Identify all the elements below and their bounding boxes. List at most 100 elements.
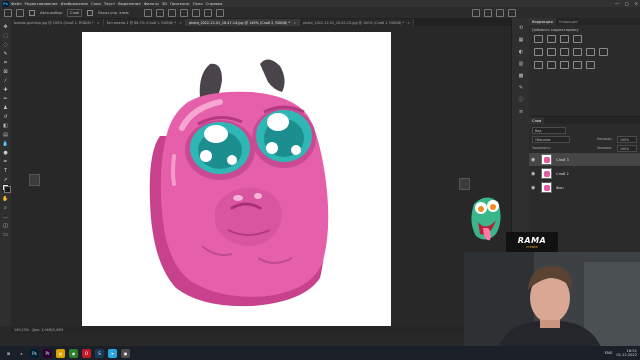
tab-document-4[interactable]: photo_2022-12-01_16-42-25.jpg @ 100% (Сл… [299,19,414,26]
photoshop-logo-icon[interactable]: Ps [2,0,9,7]
menu-select[interactable]: Выделение [118,1,141,6]
menu-file[interactable]: Файл [11,1,22,6]
workspace-icon[interactable] [496,8,504,17]
move-tool-icon[interactable] [16,8,24,17]
steam-taskbar-icon[interactable]: S [95,348,104,358]
menu-filter[interactable]: Фильтр [144,1,159,6]
black-white-icon[interactable] [573,48,582,56]
menu-window[interactable]: Окно [193,1,203,6]
search-icon[interactable] [484,8,492,17]
menu-image[interactable]: Изображение [61,1,88,6]
auto-select-dropdown[interactable]: Слой [67,8,82,17]
menu-3d[interactable]: 3D [162,1,167,6]
color-balance-icon[interactable] [560,48,569,56]
zoom-tool-icon[interactable]: ⌕ [2,205,9,211]
vibrance-icon[interactable] [534,48,543,56]
brushes-icon[interactable]: ✎ [517,84,525,91]
selective-color-icon[interactable] [586,61,595,69]
pen-tool-icon[interactable]: ✒ [2,159,9,165]
blur-tool-icon[interactable]: 💧 [2,141,9,147]
eye-icon[interactable]: ◉ [531,171,537,177]
align-top-icon[interactable] [179,8,188,17]
menu-help[interactable]: Справка [206,1,223,6]
dodge-tool-icon[interactable]: ● [2,150,9,156]
eraser-tool-icon[interactable]: ◧ [2,123,9,129]
photo-filter-icon[interactable] [586,48,595,56]
transform-controls-checkbox[interactable] [86,9,93,16]
close-icon[interactable]: × [407,21,410,25]
tab-actions[interactable]: Операции [556,20,581,24]
tab-layers[interactable]: Слои [529,117,545,124]
clone-stamp-tool-icon[interactable]: ♟ [2,105,9,111]
type-tool-icon[interactable]: T [2,168,9,174]
properties-icon[interactable]: ≡ [517,108,525,115]
crop-tool-icon[interactable]: ⌗ [2,60,9,66]
lasso-tool-icon[interactable]: ◌ [2,42,9,48]
curves-icon[interactable] [560,35,569,43]
quick-select-tool-icon[interactable]: ✎ [2,51,9,57]
background-color-swatch[interactable] [4,186,11,193]
eyedropper-tool-icon[interactable]: ⁄ [2,78,9,84]
align-right-icon[interactable] [167,8,176,17]
properties-mini-icon[interactable] [29,174,40,186]
history-icon[interactable]: ⟲ [517,24,525,31]
history-brush-tool-icon[interactable]: ↺ [2,114,9,120]
brightness-icon[interactable] [534,35,543,43]
eye-icon[interactable]: ◉ [531,157,537,163]
fill-field[interactable]: 100% [617,145,637,152]
swatches-icon[interactable]: ▦ [517,36,525,43]
brush-tool-icon[interactable]: ✏ [2,96,9,102]
hand-tool-icon[interactable]: ✋ [2,196,9,202]
quick-mask-icon[interactable]: ◫ [2,223,9,229]
photoshop-taskbar-icon[interactable]: Ps [30,348,39,358]
search-icon[interactable]: ⌕ [17,348,26,358]
menu-layers[interactable]: Слои [91,1,101,6]
share-icon[interactable] [508,8,516,17]
tab-document-3[interactable]: photo_2022-12-01_16-47-14.jpg @ 149% (Сл… [185,19,300,26]
patterns-icon[interactable]: ▩ [517,72,525,79]
gradient-map-icon[interactable] [573,61,582,69]
screen-mode-icon[interactable]: ▭ [2,232,9,238]
healing-brush-tool-icon[interactable]: ✚ [2,87,9,93]
auto-select-checkbox[interactable] [29,9,35,16]
menu-edit[interactable]: Редактирование [25,1,58,6]
document-canvas[interactable] [82,32,391,330]
zoom-level[interactable]: 149,23% [14,328,29,332]
premiere-taskbar-icon[interactable]: Pr [43,348,52,358]
posterize-icon[interactable] [547,61,556,69]
close-icon[interactable]: × [293,21,296,25]
close-icon[interactable]: × [179,21,182,25]
menu-view[interactable]: Просмотр [170,1,190,6]
clock[interactable]: 16:51 01.12.2022 [616,349,637,358]
explorer-taskbar-icon[interactable]: ▤ [56,348,65,358]
app-taskbar-icon[interactable]: ▣ [121,348,130,358]
layer-row[interactable]: ◉ Слой 2 [529,167,640,180]
marquee-tool-icon[interactable]: ⬚ [2,33,9,39]
tab-document-1[interactable]: bubble-gumbop.jpg @ 100% (Слой 1, RGB/8)… [11,19,104,26]
gradient-tool-icon[interactable]: ▤ [2,132,9,138]
align-center-icon[interactable] [155,8,164,17]
maximize-button[interactable]: □ [625,1,629,6]
windows-start-icon[interactable]: ⊞ [4,348,13,358]
path-select-tool-icon[interactable]: ➚ [2,177,9,183]
threshold-icon[interactable] [560,61,569,69]
info-icon[interactable]: ⓘ [517,96,525,103]
align-middle-icon[interactable] [191,8,200,17]
rotate-view-icon[interactable] [459,178,470,190]
align-bottom-icon[interactable] [203,8,212,17]
move-tool-icon[interactable]: ✥ [2,24,9,30]
channel-mixer-icon[interactable] [599,48,608,56]
tab-document-2[interactable]: Без имени-1 @ 66,7% (Слой 1, RGB/8) * × [103,19,186,26]
home-icon[interactable] [4,8,12,17]
tab-adjustments[interactable]: Коррекция [529,18,556,25]
exposure-icon[interactable] [573,35,582,43]
edit-toolbar-icon[interactable]: … [2,214,9,220]
chrome-taskbar-icon[interactable]: ◉ [69,348,78,358]
hue-saturation-icon[interactable] [547,48,556,56]
eye-icon[interactable]: ◉ [531,185,537,191]
minimize-button[interactable]: — [615,1,619,6]
menu-type[interactable]: Текст [104,1,115,6]
color-icon[interactable]: ◐ [517,48,525,55]
telegram-taskbar-icon[interactable]: ➤ [108,348,117,358]
align-left-icon[interactable] [143,8,152,17]
